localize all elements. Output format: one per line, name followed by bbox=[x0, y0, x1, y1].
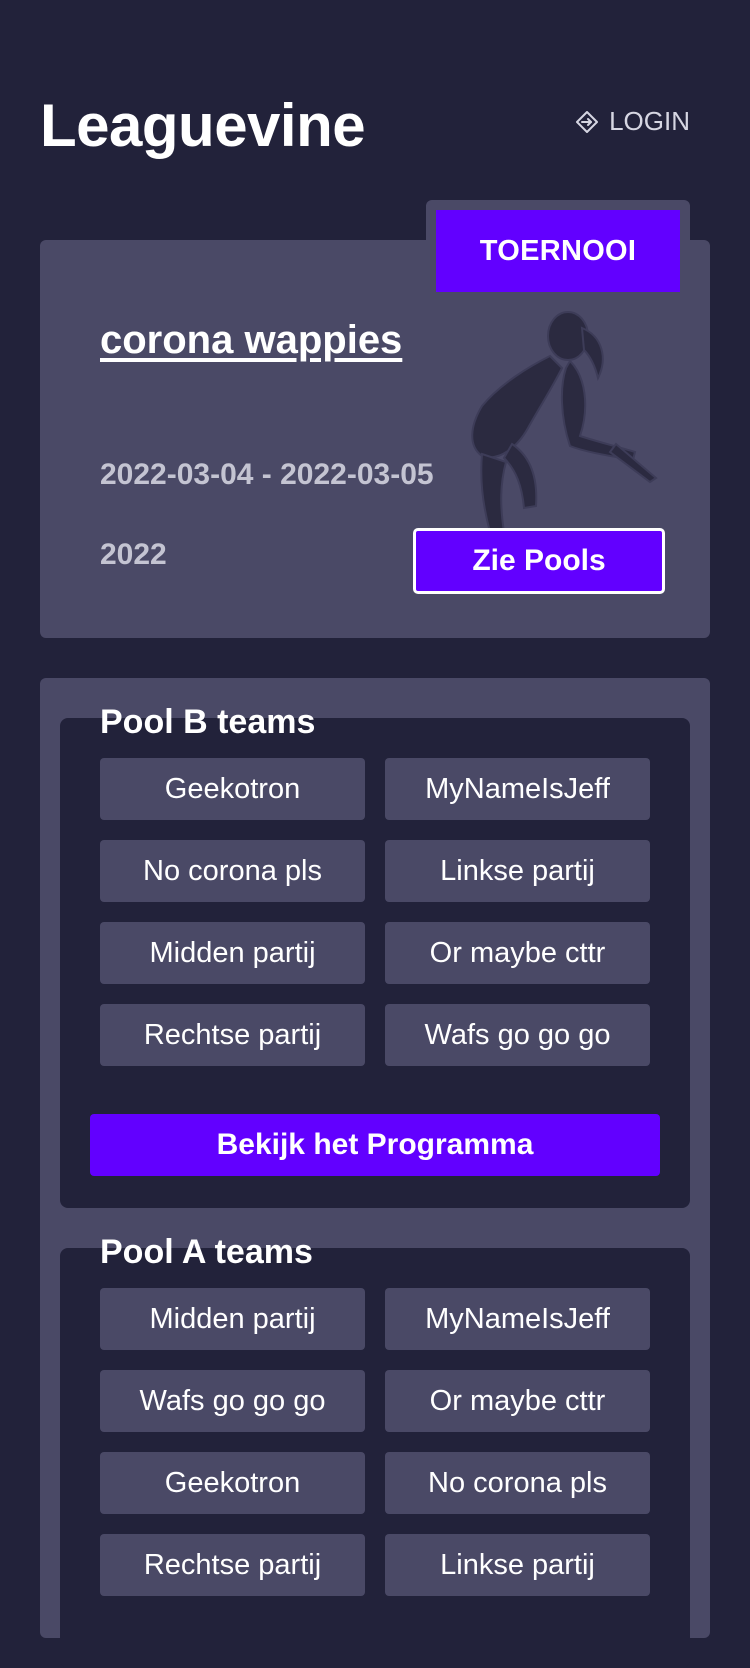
team-item[interactable]: No corona pls bbox=[385, 1452, 650, 1514]
tournament-type-tag: TOERNOOI bbox=[436, 210, 680, 292]
team-item[interactable]: Midden partij bbox=[100, 922, 365, 984]
ultimate-player-silhouette-icon bbox=[471, 311, 658, 533]
team-item[interactable]: MyNameIsJeff bbox=[385, 758, 650, 820]
tournament-dates: 2022-03-04 - 2022-03-05 bbox=[100, 458, 434, 491]
team-item[interactable]: Or maybe cttr bbox=[385, 922, 650, 984]
login-label: LOGIN bbox=[609, 106, 690, 136]
pool-panel-b: Pool B teams Geekotron MyNameIsJeff No c… bbox=[60, 703, 690, 1208]
team-grid: Geekotron MyNameIsJeff No corona pls Lin… bbox=[100, 758, 650, 1066]
login-icon bbox=[575, 110, 599, 134]
tournament-title-link[interactable]: corona wappies bbox=[100, 318, 402, 363]
tournament-card: TOERNOOI corona wappies 2022-03-04 - 202… bbox=[40, 200, 710, 638]
brand-logo[interactable]: Leaguevine bbox=[40, 90, 366, 162]
view-pools-button[interactable]: Zie Pools bbox=[413, 528, 665, 594]
team-item[interactable]: Rechtse partij bbox=[100, 1004, 365, 1066]
team-item[interactable]: MyNameIsJeff bbox=[385, 1288, 650, 1350]
team-item[interactable]: Linkse partij bbox=[385, 1534, 650, 1596]
pool-heading: Pool B teams bbox=[100, 703, 316, 741]
team-item[interactable]: Or maybe cttr bbox=[385, 1370, 650, 1432]
team-item[interactable]: No corona pls bbox=[100, 840, 365, 902]
team-grid: Midden partij MyNameIsJeff Wafs go go go… bbox=[100, 1288, 650, 1596]
view-schedule-button[interactable]: Bekijk het Programma bbox=[90, 1114, 660, 1176]
pool-panel-a: Pool A teams Midden partij MyNameIsJeff … bbox=[60, 1233, 690, 1668]
team-item[interactable]: Wafs go go go bbox=[385, 1004, 650, 1066]
team-item[interactable]: Wafs go go go bbox=[100, 1370, 365, 1432]
team-item[interactable]: Midden partij bbox=[100, 1288, 365, 1350]
team-item[interactable]: Linkse partij bbox=[385, 840, 650, 902]
pools-container: Pool B teams Geekotron MyNameIsJeff No c… bbox=[40, 678, 710, 1668]
team-item[interactable]: Geekotron bbox=[100, 1452, 365, 1514]
pool-heading: Pool A teams bbox=[100, 1233, 313, 1271]
team-item[interactable]: Rechtse partij bbox=[100, 1534, 365, 1596]
app-header: Leaguevine LOGIN bbox=[0, 0, 750, 180]
team-item[interactable]: Geekotron bbox=[100, 758, 365, 820]
tournament-year: 2022 bbox=[100, 538, 167, 571]
login-button[interactable]: LOGIN bbox=[575, 106, 690, 137]
